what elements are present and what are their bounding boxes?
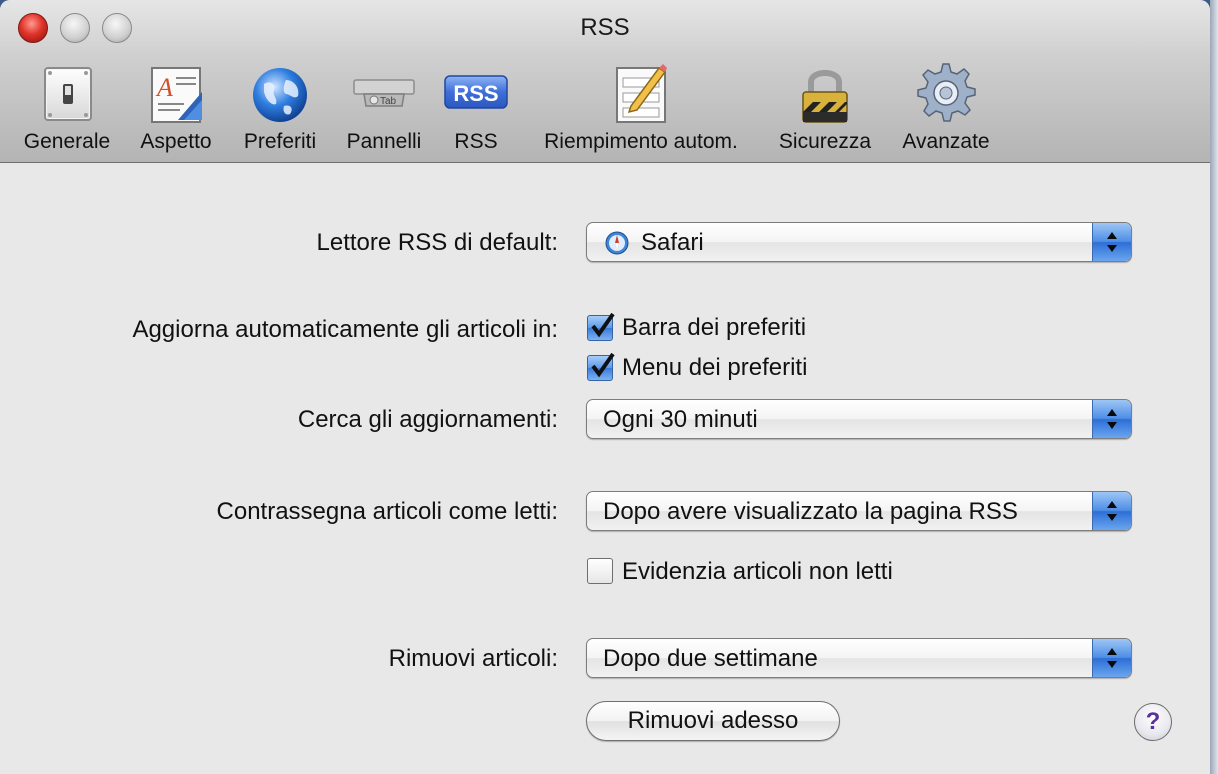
remove-articles-popup[interactable]: Dopo due settimane <box>586 638 1132 678</box>
tabs-icon: Tab <box>353 79 415 107</box>
checkmark-icon <box>591 312 615 338</box>
checkmark-icon <box>591 352 615 378</box>
toolbar-item-pannelli[interactable]: Tab Pannelli <box>336 62 432 158</box>
default-reader-label: Lettore RSS di default: <box>316 229 558 256</box>
popup-arrows-icon <box>1092 400 1131 438</box>
help-button[interactable]: ? <box>1134 703 1172 741</box>
toolbar-label: Generale <box>23 130 111 153</box>
check-updates-label: Cerca gli aggiornamenti: <box>297 406 558 433</box>
toolbar-item-riempimento[interactable]: Riempimento autom. <box>524 62 758 158</box>
mark-read-value: Dopo avere visualizzato la pagina RSS <box>603 498 1018 525</box>
check-updates-popup[interactable]: Ogni 30 minuti <box>586 399 1132 439</box>
highlight-unread-checkbox[interactable] <box>587 558 613 584</box>
titlebar-toolbar: RSS Generale A Aspetto Preferiti Tab Pan… <box>0 0 1210 163</box>
mark-read-popup[interactable]: Dopo avere visualizzato la pagina RSS <box>586 491 1132 531</box>
remove-articles-value: Dopo due settimane <box>603 645 818 672</box>
toolbar-item-rss[interactable]: RSS RSS <box>436 62 516 158</box>
toolbar-label: RSS <box>454 130 498 153</box>
remove-articles-label: Rimuovi articoli: <box>388 645 558 672</box>
safari-icon <box>605 231 629 255</box>
svg-text:A: A <box>155 73 173 102</box>
toolbar-item-generale[interactable]: Generale <box>14 62 120 158</box>
bookmarks-menu-label: Menu dei preferiti <box>622 354 808 381</box>
rss-icon: RSS <box>444 75 508 109</box>
bookmarks-menu-checkbox[interactable] <box>587 352 615 381</box>
popup-arrows-icon <box>1092 639 1131 677</box>
tab-icon-text: Tab <box>380 96 397 107</box>
toolbar-label: Aspetto <box>140 130 212 153</box>
gear-icon <box>917 63 976 122</box>
toolbar-label: Avanzate <box>902 130 990 153</box>
appearance-icon: A <box>151 67 202 123</box>
popup-arrows-icon <box>1092 223 1131 261</box>
window-title: RSS <box>580 14 630 41</box>
toolbar-item-avanzate[interactable]: Avanzate <box>892 62 1000 158</box>
highlight-unread-label: Evidenzia articoli non letti <box>622 558 893 585</box>
toolbar-label: Riempimento autom. <box>544 130 738 153</box>
toolbar-label: Preferiti <box>243 130 317 153</box>
toolbar-label: Pannelli <box>346 130 422 153</box>
remove-now-button[interactable]: Rimuovi adesso <box>586 701 840 741</box>
check-updates-value: Ogni 30 minuti <box>603 406 758 433</box>
toolbar-label: Sicurezza <box>778 130 872 153</box>
autofill-icon <box>616 64 667 123</box>
default-reader-value: Safari <box>641 229 704 256</box>
globe-icon <box>253 68 307 122</box>
popup-arrows-icon <box>1092 492 1131 530</box>
bookmarks-bar-checkbox[interactable] <box>587 312 615 341</box>
desktop-background <box>1210 0 1218 774</box>
toolbar-item-aspetto[interactable]: A Aspetto <box>128 62 224 158</box>
rss-icon-text: RSS <box>453 81 498 106</box>
lock-icon <box>802 70 848 123</box>
default-reader-popup[interactable]: Safari <box>586 222 1132 262</box>
auto-update-label: Aggiorna automaticamente gli articoli in… <box>132 316 558 343</box>
preferences-window: RSS Generale A Aspetto Preferiti Tab Pan… <box>0 0 1210 774</box>
switch-icon <box>44 67 92 121</box>
toolbar-item-sicurezza[interactable]: Sicurezza <box>768 62 882 158</box>
mark-read-label: Contrassegna articoli come letti: <box>216 498 558 525</box>
toolbar-item-preferiti[interactable]: Preferiti <box>232 62 328 158</box>
bookmarks-bar-label: Barra dei preferiti <box>622 314 807 341</box>
